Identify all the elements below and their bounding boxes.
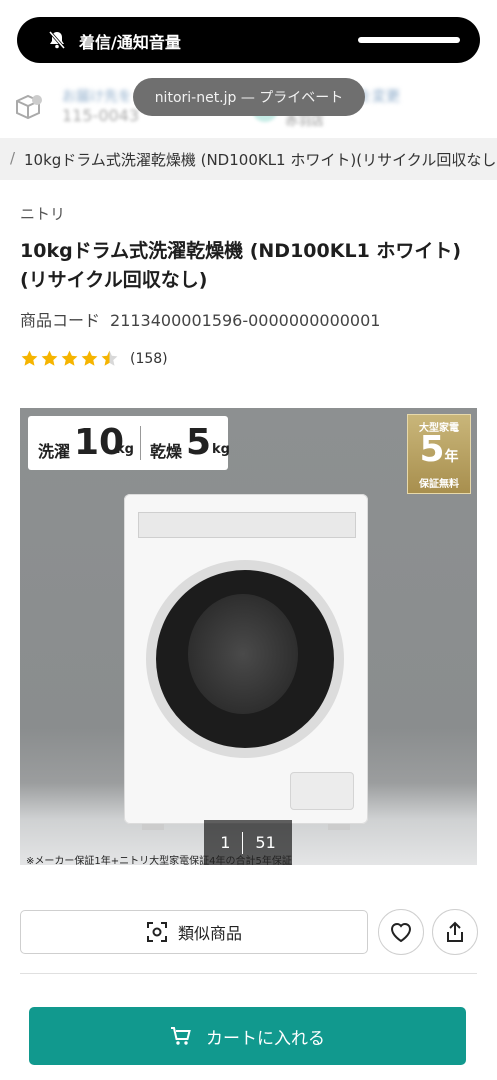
product-code-row: 商品コード 2113400001596-0000000000001: [20, 307, 380, 331]
product-title: 10kgドラム式洗濯乾燥機 (ND100KL1 ホワイト)(リサイクル回収なし): [20, 240, 462, 291]
washing-machine-illustration: [124, 494, 368, 830]
star-icon: [21, 350, 38, 366]
breadcrumb-separator: /: [10, 149, 16, 167]
warranty-badge: 大型家電 5年 保証無料: [407, 414, 471, 494]
volume-notification: 着信/通知音量: [17, 17, 480, 63]
cart-icon: [171, 1027, 191, 1045]
product-code-value: 2113400001596-0000000000001: [110, 311, 381, 330]
star-icon: [61, 350, 78, 366]
warranty-bottom: 保証無料: [419, 479, 459, 490]
spec-dry-label: 乾燥: [150, 442, 183, 461]
lower-panel: [290, 772, 354, 810]
volume-bar: [358, 37, 460, 43]
rating-stars: [20, 349, 120, 368]
spec-divider: [140, 426, 141, 460]
divider: [20, 973, 477, 974]
foot: [142, 824, 164, 830]
similar-products-label: 類似商品: [177, 924, 242, 943]
delivery-label: お届け先を: [62, 89, 132, 105]
star-icon: [81, 350, 98, 366]
share-button[interactable]: [432, 909, 478, 955]
image-total: 51: [255, 833, 276, 852]
favorite-button[interactable]: [378, 909, 424, 955]
star-icon: [41, 350, 58, 366]
image-current: 1: [220, 833, 231, 852]
spec-dry-unit: kg: [212, 442, 230, 457]
spec-badge: 洗濯 10 kg 乾燥 5 kg: [28, 416, 230, 470]
spec-wash-unit: kg: [116, 442, 134, 457]
delivery-box-icon: [16, 94, 42, 120]
spec-wash-label: 洗濯: [38, 442, 71, 461]
door-glass: [188, 594, 298, 714]
warranty-years: 5年: [419, 429, 459, 470]
add-to-cart-button[interactable]: カートに入れる: [29, 1007, 466, 1065]
foot: [328, 824, 350, 830]
url-pill[interactable]: nitori-net.jp — プライベート: [133, 78, 365, 116]
warranty-fineprint: ※メーカー保証1年+ニトリ大型家電保証4年の合計5年保証: [26, 856, 292, 865]
spec-dry-value: 5: [186, 422, 212, 463]
product-image-carousel[interactable]: 洗濯 10 kg 乾燥 5 kg 大型家電 5年 保証無料 1 51 ※メーカー…: [20, 408, 477, 865]
brand-name[interactable]: ニトリ: [20, 203, 65, 224]
similar-products-button[interactable]: 類似商品: [20, 910, 368, 954]
product-code-label: 商品コード: [20, 311, 101, 330]
breadcrumb-current: 10kgドラム式洗濯乾燥機 (ND100KL1 ホワイト)(リサイクル回収なし): [24, 151, 497, 169]
delivery-zip: 115-0043: [62, 106, 140, 125]
counter-divider: [242, 831, 244, 854]
heart-icon: [390, 923, 412, 943]
notification-text: 着信/通知音量: [79, 33, 181, 52]
bell-muted-icon: [48, 31, 66, 49]
breadcrumb: / 10kgドラム式洗濯乾燥機 (ND100KL1 ホワイト)(リサイクル回収な…: [0, 138, 497, 180]
share-icon: [447, 921, 463, 942]
rating[interactable]: (158): [20, 349, 168, 368]
add-to-cart-label: カートに入れる: [206, 1028, 325, 1049]
star-half-icon: [101, 350, 118, 366]
visual-search-icon: [146, 922, 167, 942]
review-count[interactable]: (158): [130, 351, 168, 367]
control-panel: [138, 512, 356, 538]
